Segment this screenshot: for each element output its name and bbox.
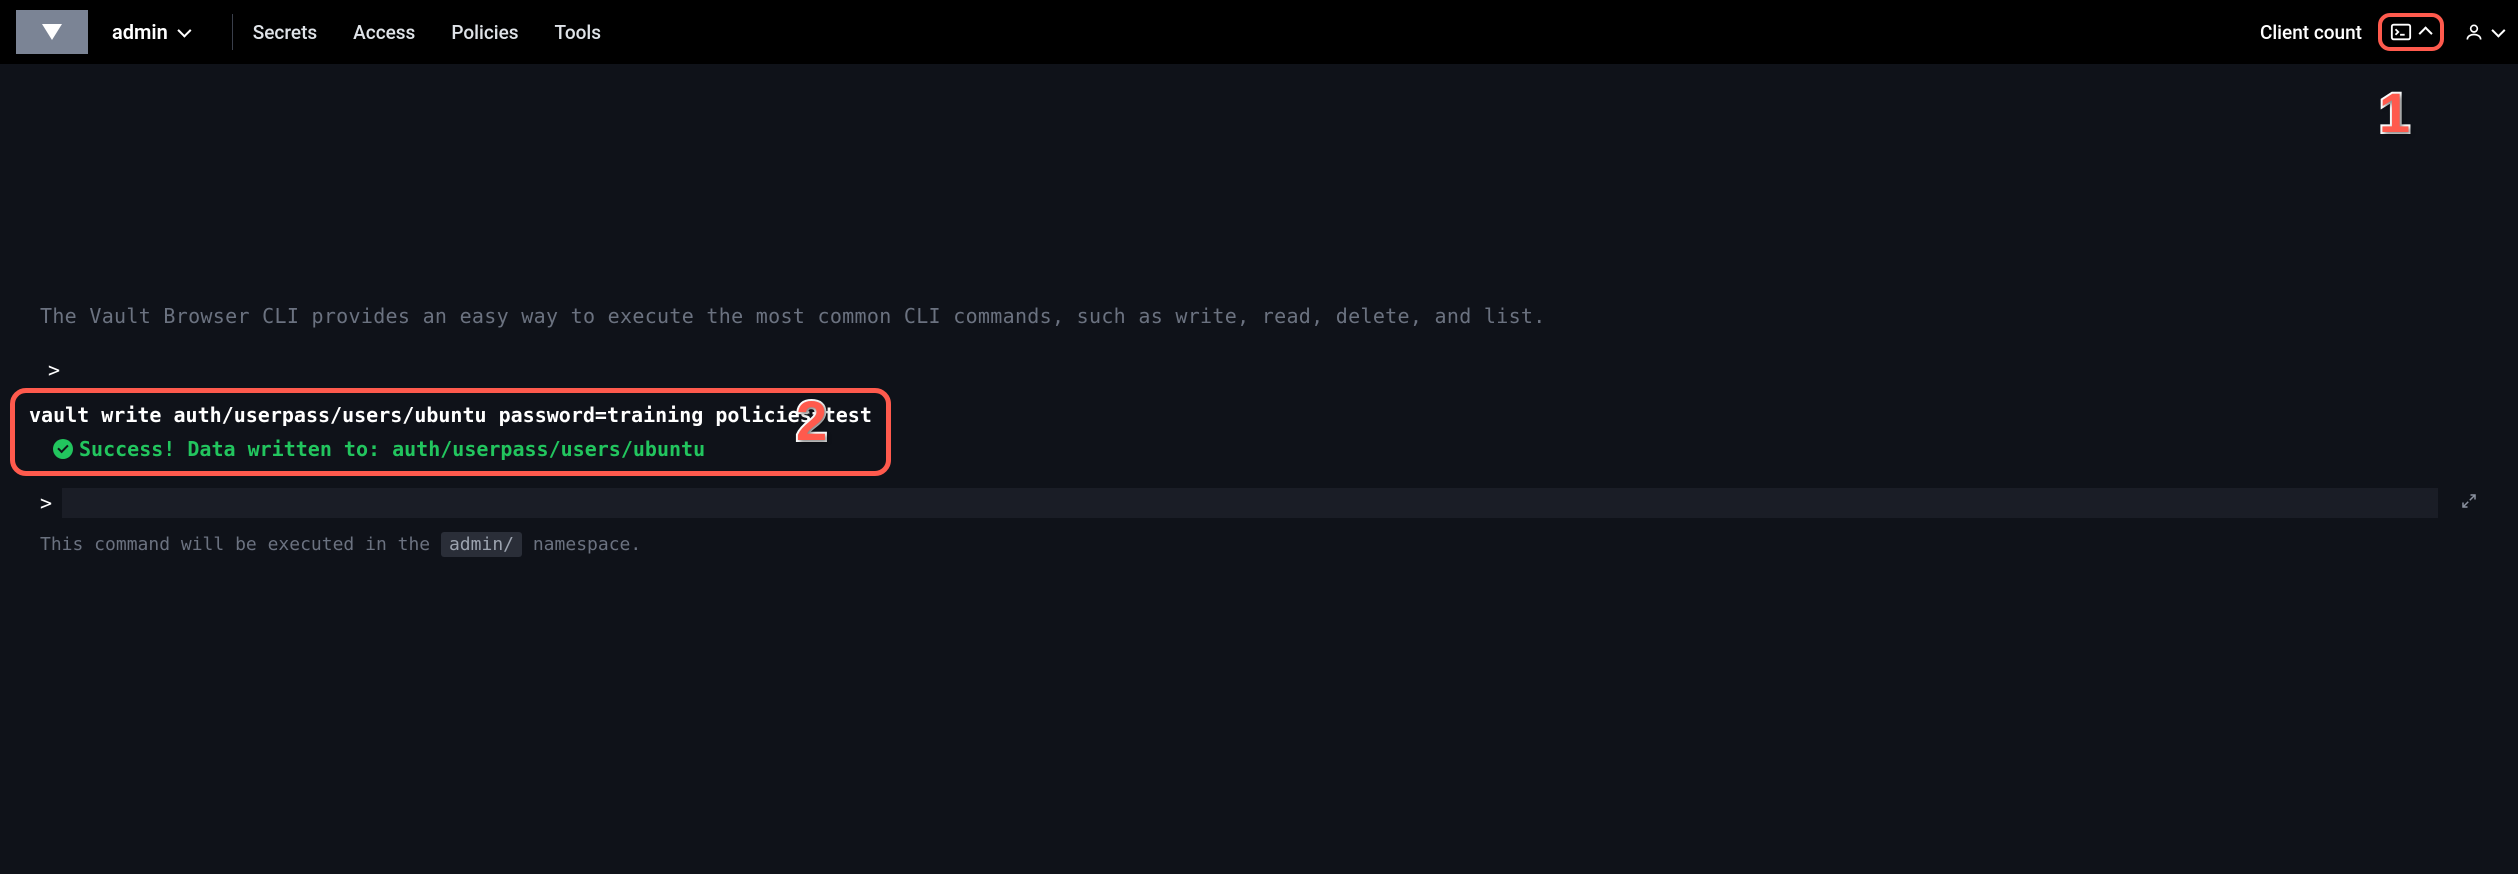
input-prompt-caret: > xyxy=(40,491,52,515)
nav-links: Secrets Access Policies Tools xyxy=(253,21,601,44)
nav-access[interactable]: Access xyxy=(353,21,415,44)
namespace-hint: This command will be executed in the adm… xyxy=(40,534,2478,555)
success-output: Success! Data written to: auth/userpass/… xyxy=(53,437,872,461)
browser-cli-console: The Vault Browser CLI provides an easy w… xyxy=(0,64,2518,555)
chevron-down-icon xyxy=(2491,24,2505,38)
namespace-selector[interactable]: admin xyxy=(112,20,212,44)
cli-input[interactable] xyxy=(62,488,2438,518)
vault-logo-icon xyxy=(42,24,62,40)
hint-prefix: This command will be executed in the xyxy=(40,534,441,555)
success-text: Success! Data written to: auth/userpass/… xyxy=(79,437,705,461)
console-toggle-button[interactable] xyxy=(2378,13,2444,51)
annotation-2: 2 xyxy=(796,388,827,453)
chevron-down-icon xyxy=(177,24,191,38)
fullscreen-icon[interactable] xyxy=(2460,492,2478,514)
user-menu[interactable] xyxy=(2464,22,2502,42)
top-navbar: admin Secrets Access Policies Tools Clie… xyxy=(0,0,2518,64)
annotation-1: 1 xyxy=(2379,80,2410,145)
nav-policies[interactable]: Policies xyxy=(451,21,518,44)
executed-command: vault write auth/userpass/users/ubuntu p… xyxy=(29,403,872,427)
person-icon xyxy=(2464,22,2484,42)
namespace-label: admin xyxy=(112,20,168,44)
divider xyxy=(232,14,233,50)
vault-logo[interactable] xyxy=(16,10,88,54)
hint-suffix: namespace. xyxy=(533,534,641,555)
chevron-up-icon xyxy=(2419,26,2433,40)
prompt-caret: > xyxy=(48,358,2478,382)
nav-tools[interactable]: Tools xyxy=(555,21,601,44)
client-count-link[interactable]: Client count xyxy=(2260,21,2362,44)
cli-input-row: > xyxy=(40,488,2478,518)
command-highlight-box: vault write auth/userpass/users/ubuntu p… xyxy=(10,388,891,476)
cli-description: The Vault Browser CLI provides an easy w… xyxy=(40,304,2478,328)
hint-namespace-badge: admin/ xyxy=(441,532,522,557)
terminal-icon xyxy=(2390,21,2412,43)
nav-secrets[interactable]: Secrets xyxy=(253,21,317,44)
nav-right: Client count xyxy=(2260,13,2502,51)
check-circle-icon xyxy=(53,439,73,459)
